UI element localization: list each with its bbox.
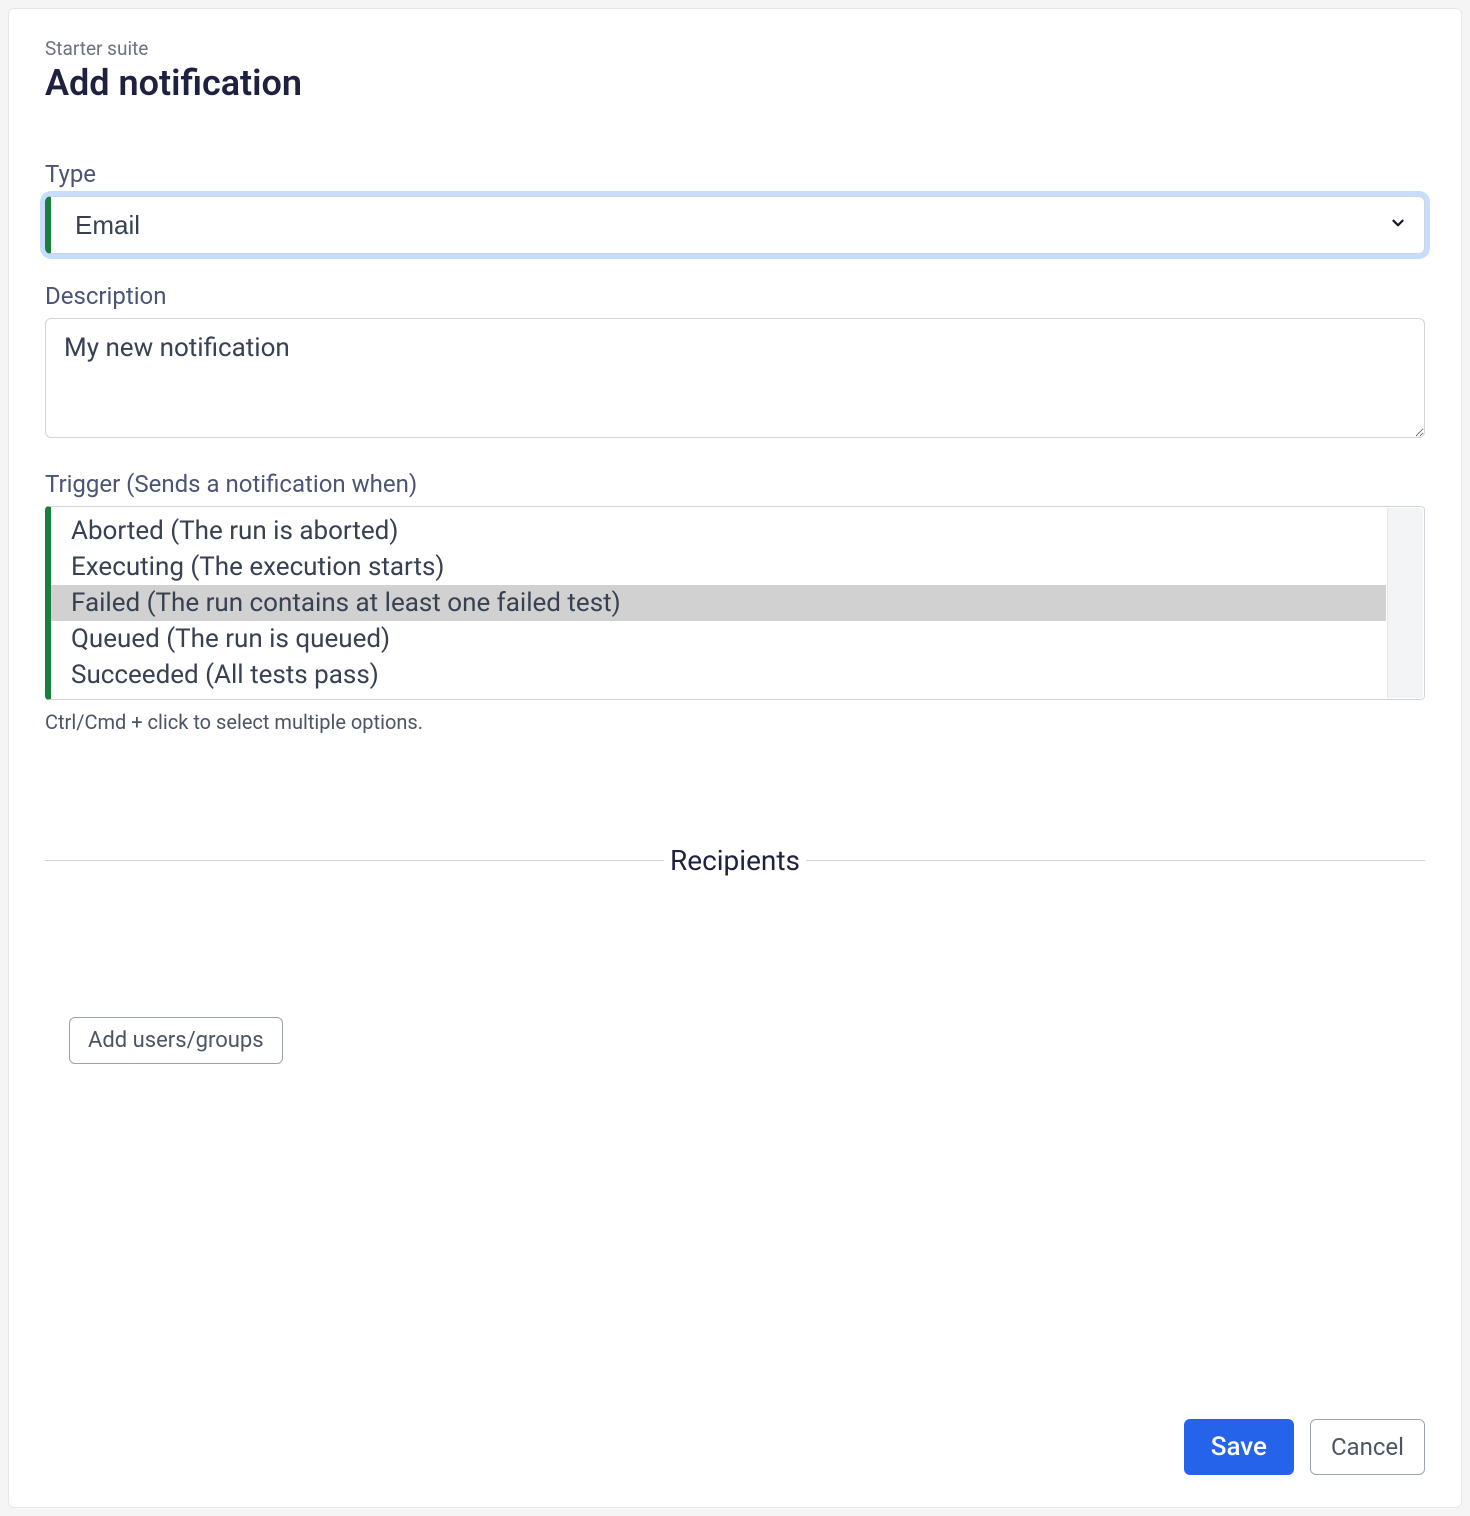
add-users-groups-button[interactable]: Add users/groups [69, 1017, 283, 1064]
notification-form-card: Starter suite Add notification Type Emai… [8, 8, 1462, 1508]
trigger-field-group: Trigger (Sends a notification when) Abor… [45, 470, 1425, 734]
trigger-help-text: Ctrl/Cmd + click to select multiple opti… [45, 710, 1425, 734]
scrollbar-gutter [1387, 508, 1423, 698]
cancel-button[interactable]: Cancel [1310, 1419, 1425, 1475]
description-field-group: Description [45, 282, 1425, 442]
recipients-body: Add users/groups [45, 917, 1425, 1064]
recipients-divider: Recipients [45, 844, 1425, 877]
footer-actions: Save Cancel [1184, 1419, 1425, 1475]
trigger-option[interactable]: Aborted (The run is aborted) [51, 513, 1386, 549]
type-select[interactable]: Email [45, 196, 1425, 254]
trigger-option[interactable]: Queued (The run is queued) [51, 621, 1386, 657]
page-title: Add notification [45, 62, 1425, 104]
breadcrumb: Starter suite [45, 37, 1425, 60]
type-field-group: Type Email [45, 160, 1425, 254]
trigger-multiselect[interactable]: Aborted (The run is aborted)Executing (T… [45, 506, 1425, 700]
trigger-option[interactable]: Failed (The run contains at least one fa… [51, 585, 1386, 621]
type-select-wrap: Email [45, 196, 1425, 254]
save-button[interactable]: Save [1184, 1419, 1294, 1475]
trigger-option[interactable]: Succeeded (All tests pass) [51, 657, 1386, 693]
description-label: Description [45, 282, 1425, 310]
trigger-option[interactable]: Executing (The execution starts) [51, 549, 1386, 585]
trigger-label: Trigger (Sends a notification when) [45, 470, 1425, 498]
description-textarea[interactable] [45, 318, 1425, 438]
type-label: Type [45, 160, 1425, 188]
recipients-title: Recipients [664, 844, 806, 877]
